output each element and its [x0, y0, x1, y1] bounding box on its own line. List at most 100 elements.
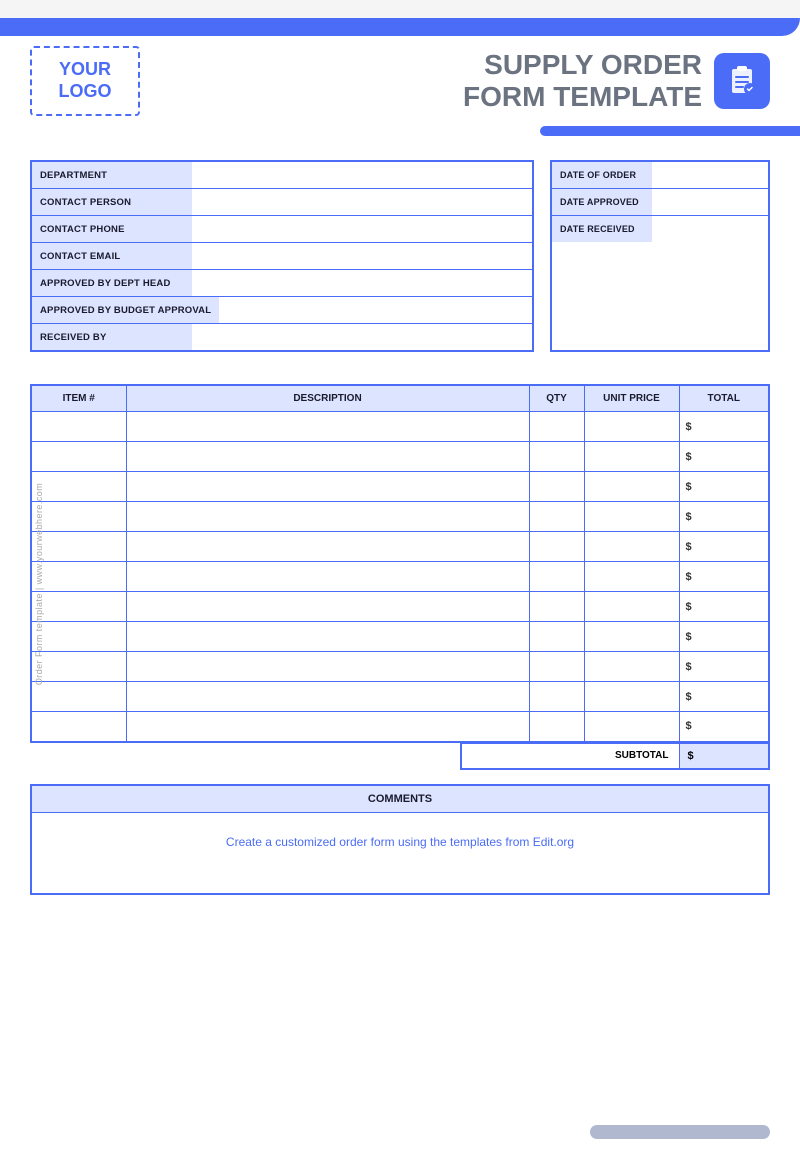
cell-qty-9[interactable] [529, 682, 584, 712]
cell-unit-10[interactable] [584, 712, 679, 742]
cell-unit-2[interactable] [584, 472, 679, 502]
form-title: SUPPLY ORDER FORM TEMPLATE [463, 49, 702, 113]
cell-qty-5[interactable] [529, 562, 584, 592]
cell-unit-8[interactable] [584, 652, 679, 682]
cell-unit-4[interactable] [584, 532, 679, 562]
cell-desc-5[interactable] [126, 562, 529, 592]
cell-qty-4[interactable] [529, 532, 584, 562]
approved-dept-label: APPROVED BY DEPT HEAD [32, 270, 192, 296]
cell-total-9[interactable]: $ [679, 682, 769, 712]
date-order-label: DATE OF ORDER [552, 162, 652, 188]
field-row-department: DEPARTMENT [32, 162, 532, 189]
cell-unit-6[interactable] [584, 592, 679, 622]
cell-qty-8[interactable] [529, 652, 584, 682]
title-line2: FORM TEMPLATE [463, 81, 702, 112]
cell-desc-8[interactable] [126, 652, 529, 682]
table-row[interactable]: $ [31, 562, 769, 592]
table-row[interactable]: $ [31, 442, 769, 472]
cell-item-1[interactable] [31, 442, 126, 472]
col-header-unit-price: Unit PRICE [584, 385, 679, 412]
cell-unit-7[interactable] [584, 622, 679, 652]
cell-unit-1[interactable] [584, 442, 679, 472]
department-value[interactable] [192, 162, 532, 188]
cell-item-5[interactable] [31, 562, 126, 592]
table-row[interactable]: $ [31, 472, 769, 502]
cell-desc-0[interactable] [126, 412, 529, 442]
cell-item-9[interactable] [31, 682, 126, 712]
page: YOUR LOGO SUPPLY ORDER FORM TEMPLATE [0, 18, 800, 1149]
cell-qty-2[interactable] [529, 472, 584, 502]
subtotal-label: SUBTOTAL [461, 743, 679, 769]
contact-phone-label: CONTACT PHONE [32, 216, 192, 242]
cell-desc-9[interactable] [126, 682, 529, 712]
cell-total-8[interactable]: $ [679, 652, 769, 682]
cell-unit-9[interactable] [584, 682, 679, 712]
cell-item-8[interactable] [31, 652, 126, 682]
right-fields-container: DATE OF ORDER DATE APPROVED DATE RECEIVE… [550, 160, 770, 352]
logo-text: YOUR LOGO [59, 59, 112, 102]
table-row[interactable]: $ [31, 502, 769, 532]
cell-item-7[interactable] [31, 622, 126, 652]
received-by-label: RECEIVED BY [32, 324, 192, 350]
table-row[interactable]: $ [31, 592, 769, 622]
table-row[interactable]: $ [31, 652, 769, 682]
cell-unit-3[interactable] [584, 502, 679, 532]
top-bar-decoration [0, 18, 800, 36]
table-row[interactable]: $ [31, 712, 769, 742]
contact-email-value[interactable] [192, 243, 532, 269]
cell-qty-10[interactable] [529, 712, 584, 742]
table-row[interactable]: $ [31, 532, 769, 562]
cell-item-10[interactable] [31, 712, 126, 742]
cell-total-1[interactable]: $ [679, 442, 769, 472]
field-row-received-by: RECEIVED BY [32, 324, 532, 350]
cell-desc-1[interactable] [126, 442, 529, 472]
cell-total-10[interactable]: $ [679, 712, 769, 742]
cell-total-4[interactable]: $ [679, 532, 769, 562]
cell-qty-1[interactable] [529, 442, 584, 472]
cell-desc-2[interactable] [126, 472, 529, 502]
cell-total-6[interactable]: $ [679, 592, 769, 622]
table-row[interactable]: $ [31, 412, 769, 442]
cell-desc-10[interactable] [126, 712, 529, 742]
date-approved-value[interactable] [652, 189, 768, 215]
cell-item-4[interactable] [31, 532, 126, 562]
cell-unit-5[interactable] [584, 562, 679, 592]
contact-phone-value[interactable] [192, 216, 532, 242]
field-row-approved-dept: APPROVED BY DEPT HEAD [32, 270, 532, 297]
cell-qty-7[interactable] [529, 622, 584, 652]
cell-total-3[interactable]: $ [679, 502, 769, 532]
logo-box: YOUR LOGO [30, 46, 140, 116]
cell-desc-4[interactable] [126, 532, 529, 562]
cell-item-6[interactable] [31, 592, 126, 622]
cell-total-2[interactable]: $ [679, 472, 769, 502]
cell-unit-0[interactable] [584, 412, 679, 442]
cell-qty-6[interactable] [529, 592, 584, 622]
cell-total-5[interactable]: $ [679, 562, 769, 592]
cell-qty-0[interactable] [529, 412, 584, 442]
table-row[interactable]: $ [31, 682, 769, 712]
cell-qty-3[interactable] [529, 502, 584, 532]
approved-budget-value[interactable] [219, 297, 532, 323]
col-header-total: TOTAL [679, 385, 769, 412]
cell-desc-7[interactable] [126, 622, 529, 652]
date-order-value[interactable] [652, 162, 768, 188]
comments-box: COMMENTS Create a customized order form … [30, 784, 770, 895]
subtotal-table: SUBTOTAL $ [460, 743, 770, 770]
cell-total-7[interactable]: $ [679, 622, 769, 652]
table-row[interactable]: $ [31, 622, 769, 652]
cell-total-0[interactable]: $ [679, 412, 769, 442]
cell-item-3[interactable] [31, 502, 126, 532]
clipboard-svg [724, 63, 760, 99]
cell-item-2[interactable] [31, 472, 126, 502]
received-by-value[interactable] [192, 324, 532, 350]
comments-body[interactable]: Create a customized order form using the… [32, 813, 768, 893]
field-row-contact-person: CONTACT PERSON [32, 189, 532, 216]
cell-desc-3[interactable] [126, 502, 529, 532]
contact-person-value[interactable] [192, 189, 532, 215]
cell-item-0[interactable] [31, 412, 126, 442]
cell-desc-6[interactable] [126, 592, 529, 622]
bottom-bar-accent [590, 1125, 770, 1139]
side-watermark: Order Form template | www.yourwebhere.co… [34, 482, 44, 684]
date-received-value[interactable] [652, 216, 768, 242]
approved-dept-value[interactable] [192, 270, 532, 296]
